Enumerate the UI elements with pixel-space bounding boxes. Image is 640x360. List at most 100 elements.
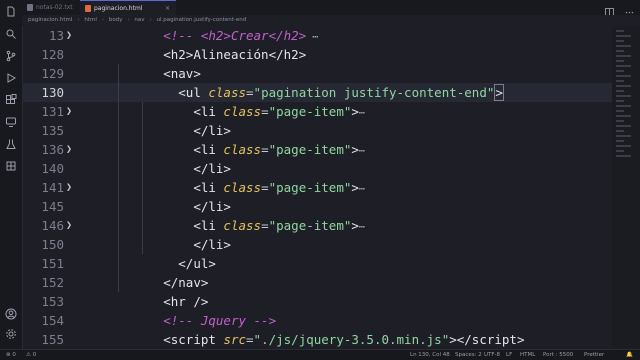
breadcrumb-item-nav[interactable]: nav (134, 17, 144, 23)
chevron-right-icon: › (127, 17, 130, 23)
line-number: 140 (41, 161, 64, 176)
code-line[interactable]: 155 <script src="./js/jquery-3.5.0.min.j… (22, 330, 612, 349)
code-line[interactable]: 152 </nav> (22, 273, 612, 292)
minimap-line (616, 155, 631, 157)
errors-indicator[interactable]: ⊗ 0 (6, 350, 16, 360)
warnings-count: 0 (32, 352, 37, 358)
fold-chevron-icon[interactable]: ❯ (66, 102, 74, 121)
code-text: <script src="./js/jquery-3.5.0.min.js"><… (163, 332, 525, 347)
minimap-line (616, 45, 631, 47)
code-text: </li> (193, 237, 231, 252)
indentation[interactable]: Spaces: 2 (455, 350, 482, 360)
code-text: <h2>Alineación</h2> (163, 47, 307, 62)
code-line[interactable]: 129 <nav> (22, 64, 612, 83)
settings-gear-icon[interactable] (5, 328, 17, 340)
end-of-line[interactable]: LF (506, 350, 512, 360)
code-text: <!-- Jquery --> (163, 313, 277, 328)
more-actions-icon[interactable] (625, 2, 634, 14)
line-number: 153 (41, 294, 64, 309)
line-number: 13 (48, 28, 64, 43)
indent-guide (118, 64, 119, 292)
search-icon[interactable] (5, 28, 17, 40)
code-text: </li> (193, 199, 231, 214)
code-line[interactable]: 145 </li> (22, 197, 612, 216)
code-text: <ul class="pagination justify-content-en… (178, 84, 504, 101)
live-server-port[interactable]: Port : 5500 (543, 350, 573, 360)
notifications-icon[interactable]: 🔔 (626, 350, 633, 360)
code-line[interactable]: 141 ❯ <li class="page-item">⋯ (22, 178, 612, 197)
fold-chevron-icon[interactable]: ❯ (66, 26, 74, 45)
breadcrumb-item-html[interactable]: html (84, 17, 97, 23)
minimap-line (616, 110, 624, 112)
chevron-right-icon: › (149, 17, 152, 23)
code-line[interactable]: 146 ❯ <li class="page-item">⋯ (22, 216, 612, 235)
minimap-line (616, 100, 624, 102)
code-line[interactable]: 135 </li> (22, 121, 612, 140)
minimap-line (616, 35, 631, 37)
code-text: <!-- <h2>Crear</h2> ⋯ (163, 28, 319, 43)
code-text: <hr /> (163, 294, 209, 309)
cursor-position[interactable]: Ln 130, Col 48 (410, 350, 450, 360)
tab-notas[interactable]: notas-02.txt (22, 0, 78, 15)
warnings-indicator[interactable]: ⚠ 0 (26, 350, 36, 360)
minimap-line (616, 150, 624, 152)
prettier-status[interactable]: Prettier (584, 350, 604, 360)
minimap-line (616, 105, 631, 107)
code-line[interactable]: 128 <h2>Alineación</h2> (22, 45, 612, 64)
minimap[interactable] (612, 26, 640, 350)
status-bar: ⊗ 0 ⚠ 0 Ln 130, Col 48 Spaces: 2 UTF-8 L… (0, 349, 640, 360)
code-line[interactable]: 150 </li> (22, 235, 612, 254)
minimap-line (616, 30, 624, 32)
minimap-line (616, 140, 624, 142)
language-mode[interactable]: HTML (520, 350, 535, 360)
line-number: 130 (41, 85, 64, 100)
tab-label: paginacion.html (94, 5, 143, 12)
line-number: 155 (41, 332, 64, 347)
code-text: </li> (193, 161, 231, 176)
breadcrumb-item-file[interactable]: paginacion.html (28, 17, 72, 23)
minimap-line (616, 80, 624, 82)
activity-bar (0, 0, 23, 350)
minimap-line (616, 125, 631, 127)
remote-explorer-icon[interactable] (5, 116, 17, 128)
line-number: 146 (41, 218, 64, 233)
code-line[interactable]: 13 ❯ <!-- <h2>Crear</h2> ⋯ (22, 26, 612, 45)
code-line[interactable]: 131 ❯ <li class="page-item">⋯ (22, 102, 612, 121)
code-line[interactable]: 136 ❯ <li class="page-item">⋯ (22, 140, 612, 159)
text-file-icon (27, 4, 33, 11)
account-icon[interactable] (5, 308, 17, 320)
chevron-right-icon: › (77, 17, 80, 23)
html-file-icon (85, 5, 91, 12)
breadcrumb-item-body[interactable]: body (109, 17, 123, 23)
run-debug-icon[interactable] (5, 72, 17, 84)
docker-icon[interactable] (5, 160, 17, 172)
code-editor[interactable]: 13 ❯ <!-- <h2>Crear</h2> ⋯ 128 <h2>Alineac… (22, 26, 612, 350)
source-control-icon[interactable] (5, 50, 17, 62)
code-line[interactable]: 151 </ul> (22, 254, 612, 273)
line-number: 129 (41, 66, 64, 81)
encoding[interactable]: UTF-8 (484, 350, 500, 360)
code-line[interactable]: 130 <ul class="pagination justify-conten… (22, 83, 612, 102)
chevron-right-icon: › (101, 17, 105, 23)
split-editor-icon[interactable] (604, 2, 614, 17)
breadcrumb-item-ul[interactable]: ul.pagination.justify-content-end (157, 17, 247, 23)
code-line[interactable]: 154 <!-- Jquery --> (22, 311, 612, 330)
minimap-line (616, 75, 631, 77)
fold-chevron-icon[interactable]: ❯ (66, 178, 74, 197)
close-icon[interactable]: ✕ (165, 1, 170, 16)
tab-paginacion[interactable]: paginacion.html ✕ (80, 0, 176, 15)
testing-icon[interactable] (5, 138, 17, 150)
fold-chevron-icon[interactable]: ❯ (66, 216, 74, 235)
minimap-line (616, 60, 624, 62)
editor-actions (599, 2, 634, 17)
fold-chevron-icon[interactable]: ❯ (66, 140, 74, 159)
minimap-line (616, 120, 624, 122)
line-number: 152 (41, 275, 64, 290)
breadcrumb: paginacion.html › html › body › nav › ul.pag… (22, 15, 640, 26)
files-icon[interactable] (5, 6, 17, 18)
tab-bar: notas-02.txt paginacion.html ✕ (22, 0, 640, 17)
code-line[interactable]: 140 </li> (22, 159, 612, 178)
code-text: </li> (193, 123, 231, 138)
code-line[interactable]: 153 <hr /> (22, 292, 612, 311)
extensions-icon[interactable] (5, 94, 17, 106)
